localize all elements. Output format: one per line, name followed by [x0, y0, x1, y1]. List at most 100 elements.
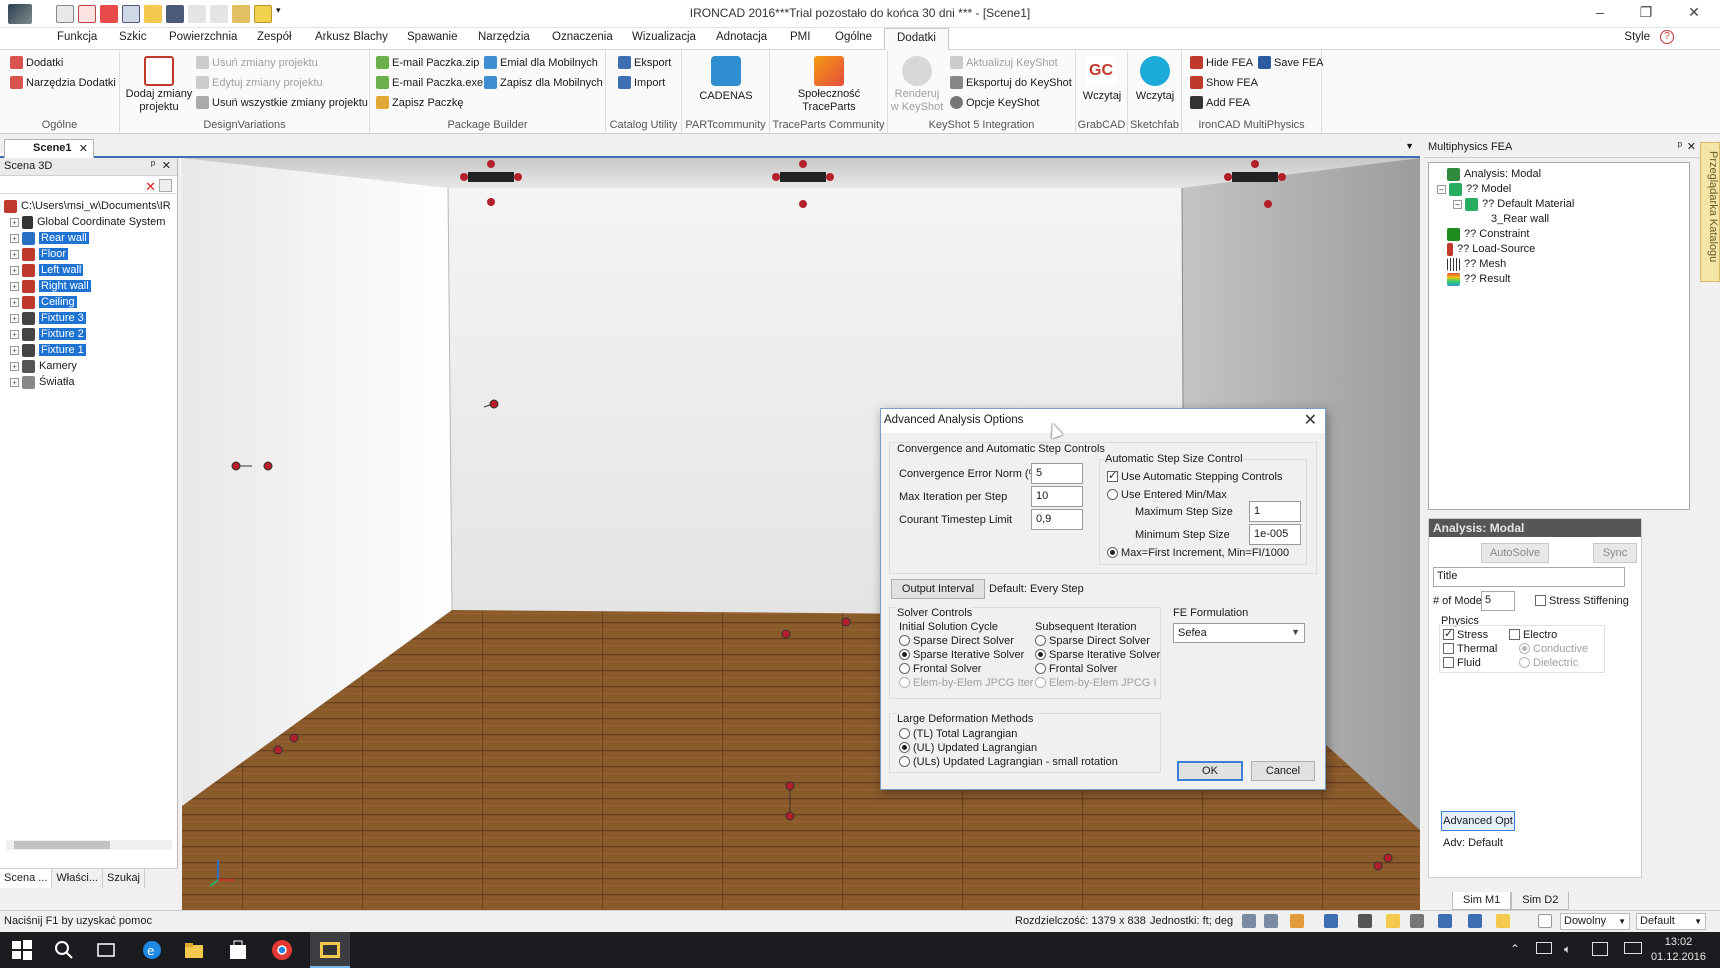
tree-item[interactable]: + Left wall [10, 262, 84, 278]
traceparts-button[interactable]: Społeczność TraceParts [774, 88, 884, 114]
minimize-icon[interactable]: – [1580, 4, 1620, 20]
tree-item-load[interactable]: ?? Load-Source [1447, 241, 1535, 257]
checkbox[interactable] [1535, 595, 1546, 606]
save-package-button[interactable]: Zapisz Paczkę [376, 96, 464, 109]
tree-item[interactable]: + Rear wall [10, 230, 89, 246]
close-tab-icon[interactable]: ✕ [79, 142, 88, 155]
scroll-thumb[interactable] [14, 841, 110, 849]
render-icon[interactable] [1324, 914, 1338, 928]
cadenas-icon[interactable] [711, 56, 741, 86]
tab-wizualizacja[interactable]: Wizualizacja [632, 31, 696, 43]
save-mobile-button[interactable]: Zapisz dla Mobilnych [484, 76, 603, 89]
radio[interactable] [1035, 635, 1046, 646]
email-exe-button[interactable]: E-mail Paczka.exe [376, 76, 483, 89]
zoom-window-icon[interactable] [1264, 914, 1278, 928]
taskbar-clock[interactable]: 13:02 01.12.2016 [1651, 935, 1706, 965]
remove-all-design-variations-button[interactable]: Usuń wszystkie zmiany projektu [196, 96, 368, 109]
maximize-icon[interactable]: ❐ [1626, 4, 1666, 21]
tree-item-result[interactable]: ?? Result [1447, 271, 1510, 287]
autosolve-button[interactable]: AutoSolve [1481, 543, 1549, 563]
stress-checkbox[interactable]: Stress [1443, 627, 1488, 641]
tab-szukaj[interactable]: Szukaj [103, 869, 146, 888]
sketchfab-icon[interactable] [1140, 56, 1170, 86]
expand-icon[interactable]: + [10, 249, 19, 259]
use-entered-radio[interactable]: Use Entered Min/Max [1107, 489, 1227, 501]
cancel-button[interactable]: Cancel [1251, 761, 1315, 781]
tab-oznaczenia[interactable]: Oznaczenia [552, 31, 613, 43]
ok-button[interactable]: OK [1177, 761, 1243, 781]
max-first-increment-radio[interactable]: Max=First Increment, Min=FI/1000 [1107, 547, 1289, 559]
highlight-icon[interactable] [1386, 914, 1400, 928]
courant-field[interactable]: 0,9 [1031, 509, 1083, 530]
grabcad-load-button[interactable]: Wczytaj [1076, 90, 1128, 103]
tree-item[interactable]: + Fixture 2 [10, 326, 86, 342]
tab-scena[interactable]: Scena ... [0, 869, 53, 888]
email-zip-button[interactable]: E-mail Paczka.zip [376, 56, 479, 69]
radio[interactable] [1107, 547, 1118, 558]
tab-szkic[interactable]: Szkic [119, 31, 146, 43]
catalog-export-button[interactable]: Eksport [618, 56, 671, 69]
sub-jpcg-radio[interactable]: Elem-by-Elem JPCG I [1035, 677, 1157, 689]
tray-chevron-icon[interactable]: ⌃ [1510, 942, 1520, 956]
checkbox[interactable] [1107, 469, 1118, 482]
pin-icon[interactable]: ᵖ [1678, 140, 1682, 152]
radio[interactable] [1035, 677, 1046, 688]
tree-item-mesh[interactable]: ?? Mesh [1447, 256, 1506, 272]
add-fea-button[interactable]: Add FEA [1190, 96, 1250, 109]
tab-arkusz-blachy[interactable]: Arkusz Blachy [315, 31, 388, 43]
tree-root[interactable]: C:\Users\msi_w\Documents\IR [4, 198, 171, 214]
max-iter-field[interactable]: 10 [1031, 486, 1083, 507]
keyshot-options-button[interactable]: Opcje KeyShot [950, 96, 1039, 109]
edit-design-variations-button[interactable]: Edytuj zmiany projektu [196, 76, 323, 89]
checkbox[interactable] [1443, 643, 1454, 654]
use-auto-checkbox[interactable]: Use Automatic Stepping Controls [1107, 469, 1282, 483]
tab-adnotacja[interactable]: Adnotacja [716, 31, 767, 43]
advanced-options-button[interactable]: Advanced Opt [1441, 811, 1515, 831]
expand-icon[interactable]: + [10, 377, 19, 387]
view-icon[interactable] [1290, 914, 1304, 928]
fe-formulation-select[interactable]: Sefea ▼ [1173, 623, 1305, 643]
tree-item[interactable]: + Fixture 1 [10, 342, 86, 358]
expand-icon[interactable]: + [10, 265, 19, 275]
dodatki-button[interactable]: Dodatki [10, 56, 63, 69]
tab-sim-d2[interactable]: Sim D2 [1511, 892, 1570, 910]
expand-icon[interactable]: + [10, 281, 19, 291]
dielectric-radio[interactable]: Dielectric [1519, 657, 1578, 669]
tab-pmi[interactable]: PMI [790, 31, 810, 43]
sub-sparse-iterative-radio[interactable]: Sparse Iterative Solver [1035, 649, 1160, 661]
close-panel-icon[interactable]: ✕ [1687, 140, 1696, 153]
expand-icon[interactable]: + [10, 217, 19, 227]
title-field[interactable]: Title [1433, 567, 1625, 587]
display-icon[interactable] [1438, 914, 1452, 928]
checkbox[interactable] [1443, 627, 1454, 640]
tab-zespol[interactable]: Zespół [257, 31, 292, 43]
expand-icon[interactable]: + [10, 297, 19, 307]
style-menu[interactable]: Style [1624, 31, 1650, 43]
radio[interactable] [1035, 663, 1046, 674]
add-design-variation-button[interactable]: Dodaj zmiany projektu [122, 88, 196, 114]
tree-item-model[interactable]: –?? Model [1437, 181, 1511, 197]
pin-icon[interactable]: ᵖ [151, 159, 155, 171]
output-interval-button[interactable]: Output Interval [891, 579, 985, 599]
tree-item[interactable]: + Kamery [10, 358, 77, 374]
windows-start-icon[interactable] [10, 938, 34, 962]
min-step-field[interactable]: 1e-005 [1249, 524, 1301, 545]
tab-wlasciwosci[interactable]: Właści... [52, 869, 103, 888]
snap-icon[interactable] [1358, 914, 1372, 928]
dialog-close-icon[interactable]: ✕ [1304, 410, 1317, 430]
export-keyshot-button[interactable]: Eksportuj do KeyShot [950, 76, 1072, 89]
ironcad-taskbar-button[interactable] [310, 932, 350, 968]
clear-filter-icon[interactable]: ✕ [145, 179, 156, 195]
radio[interactable] [899, 663, 910, 674]
radio[interactable] [899, 635, 910, 646]
electro-checkbox[interactable]: Electro [1509, 629, 1557, 641]
stress-stiffening-checkbox[interactable]: Stress Stiffening [1535, 595, 1629, 607]
tab-powierzchnia[interactable]: Powierzchnia [169, 31, 237, 43]
conv-error-field[interactable]: 5 [1031, 463, 1083, 484]
tree-item-analysis[interactable]: Analysis: Modal [1447, 166, 1541, 182]
sync-button[interactable]: Sync [1593, 543, 1637, 563]
tab-ogolne[interactable]: Ogólne [835, 31, 872, 43]
tab-dodatki[interactable]: Dodatki [884, 28, 949, 51]
tree-item-material[interactable]: –?? Default Material [1453, 196, 1574, 212]
tree-item[interactable]: + Right wall [10, 278, 91, 294]
